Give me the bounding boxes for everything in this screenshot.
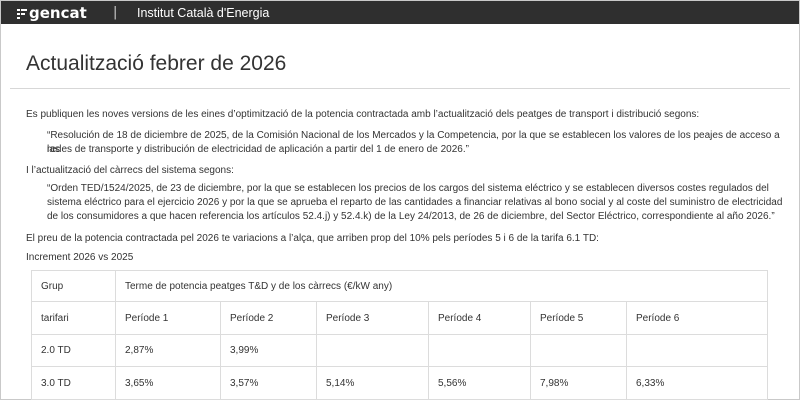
table-cell: 2.0 TD xyxy=(31,334,116,367)
table-cell: 3,99% xyxy=(220,334,317,367)
table-cell xyxy=(316,334,429,367)
subheader-cell: Període 4 xyxy=(428,301,531,335)
quote-order-line-3: de los consumidores a que hacen referenc… xyxy=(47,211,775,222)
quote-resolution-line-2: redes de transporte y distribución de el… xyxy=(47,144,469,155)
table-cell xyxy=(625,334,769,367)
table-header-row: Grup Terme de potencia peatges T&D y de … xyxy=(31,270,769,302)
system-charges-paragraph: I l’actualització del càrrecs del sistem… xyxy=(26,165,234,176)
price-variation-paragraph: El preu de la potencia contractada pel 2… xyxy=(26,233,599,244)
header-group-cell: Grup xyxy=(31,270,116,302)
gencat-mark-icon xyxy=(17,7,27,19)
top-header-bar: gencat | Institut Català d'Energia xyxy=(1,1,799,24)
table-row: 3.0 TD 3,65% 3,57% 5,14% 5,56% 7,98% 6,3… xyxy=(31,366,769,400)
tariff-increment-table: Grup Terme de potencia peatges T&D y de … xyxy=(31,270,769,400)
table-cell: 3,65% xyxy=(115,366,221,400)
institution-name-link[interactable]: Institut Català d'Energia xyxy=(137,1,269,24)
table-cell: 6,33% xyxy=(625,366,769,400)
table-cell xyxy=(530,334,627,367)
subheader-cell: Període 6 xyxy=(625,301,769,335)
table-row: 2.0 TD 2,87% 3,99% xyxy=(31,334,769,367)
table-cell: 5,56% xyxy=(428,366,531,400)
table-cell: 3,57% xyxy=(220,366,317,400)
logo-text: gencat xyxy=(29,3,87,22)
gencat-logo[interactable]: gencat xyxy=(17,1,87,24)
subheader-cell: Període 3 xyxy=(316,301,429,335)
table-subheader-row: tarifari Període 1 Període 2 Període 3 P… xyxy=(31,301,769,335)
table-cell xyxy=(428,334,531,367)
header-separator: | xyxy=(113,5,118,20)
table-cell: 5,14% xyxy=(316,366,429,400)
subheader-cell: tarifari xyxy=(31,301,116,335)
header-term-cell: Terme de potencia peatges T&D y de los c… xyxy=(114,270,769,302)
title-divider xyxy=(10,88,790,89)
subheader-cell: Període 5 xyxy=(530,301,627,335)
subheader-cell: Període 1 xyxy=(115,301,221,335)
page-title: Actualització febrer de 2026 xyxy=(26,52,287,75)
tariff-table-container: Grup Terme de potencia peatges T&D y de … xyxy=(31,270,769,400)
quote-order-line-1: “Orden TED/1524/2025, de 23 de diciembre… xyxy=(47,183,769,194)
table-cell: 7,98% xyxy=(530,366,627,400)
increment-label: Increment 2026 vs 2025 xyxy=(26,252,134,263)
subheader-cell: Període 2 xyxy=(220,301,317,335)
table-cell: 2,87% xyxy=(115,334,221,367)
intro-paragraph: Es publiquen les noves versions de les e… xyxy=(26,109,700,120)
table-cell: 3.0 TD xyxy=(31,366,116,400)
quote-order-line-2: sistema eléctrico para el ejercicio 2026… xyxy=(47,197,783,208)
